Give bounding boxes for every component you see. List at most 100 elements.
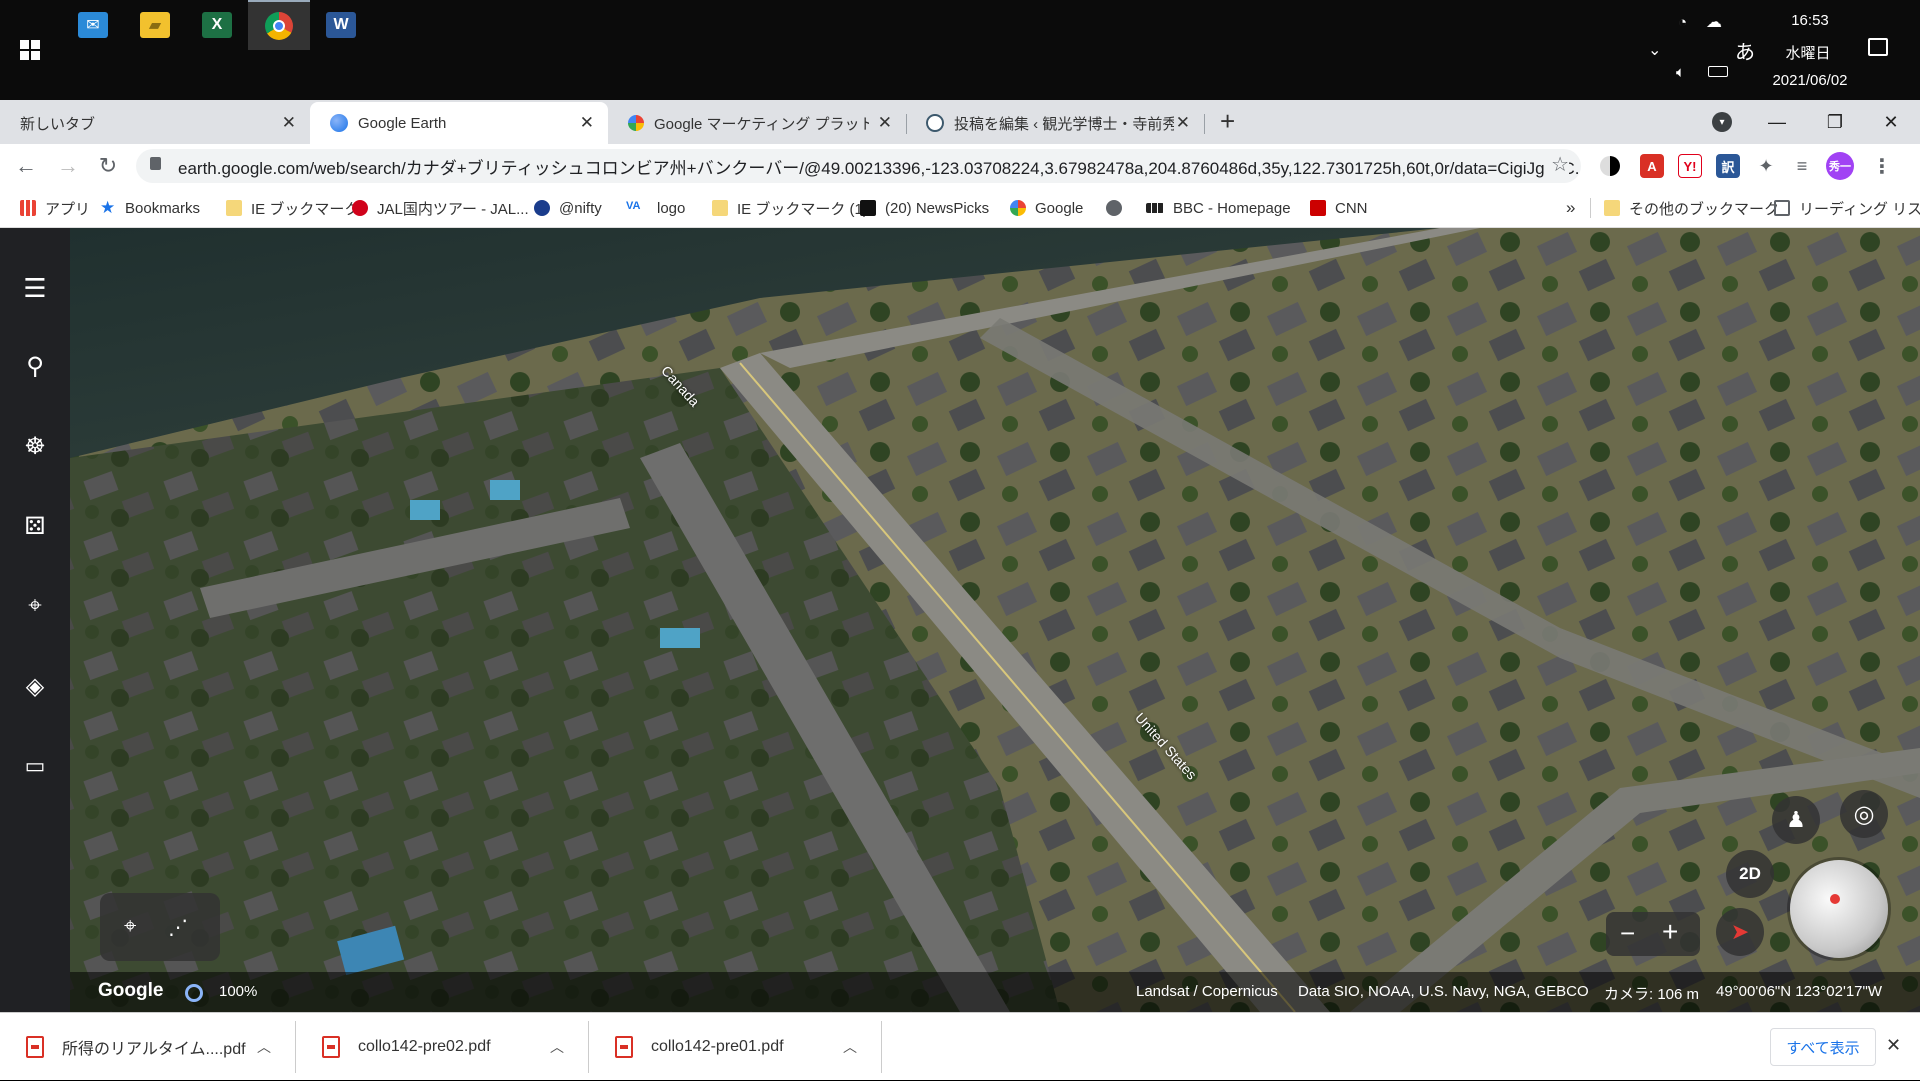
download-item[interactable]: collo142-pre01.pdf ︿: [589, 1013, 881, 1081]
zoom-in-button[interactable]: +: [1662, 916, 1678, 948]
bookmark-bbc[interactable]: BBC - Homepage: [1146, 198, 1291, 218]
bookmark-label: Google: [1035, 199, 1084, 217]
pdf-file-icon: [322, 1036, 340, 1058]
tab-close-icon[interactable]: ✕: [1176, 113, 1190, 133]
taskbar-explorer-app[interactable]: ▰: [124, 0, 186, 50]
bookmark-newspicks[interactable]: (20) NewsPicks: [860, 198, 989, 218]
download-divider: [881, 1021, 882, 1073]
close-window-button[interactable]: ✕: [1862, 100, 1920, 144]
bookmark-ie-folder-1[interactable]: IE ブックマーク (1): [712, 198, 868, 218]
bookmark-label: IE ブックマーク (1): [737, 200, 868, 218]
tab-close-icon[interactable]: ✕: [282, 113, 296, 133]
tray-chevron-up-icon[interactable]: ⌄: [1648, 40, 1661, 60]
data-credit[interactable]: Data SIO, NOAA, U.S. Navy, NGA, GEBCO: [1298, 983, 1589, 1000]
chrome-tab-strip: 新しいタブ ✕ Google Earth ✕ Google マーケティング プラ…: [0, 100, 1920, 144]
tab-google-earth[interactable]: Google Earth ✕: [310, 102, 608, 144]
new-tab-button[interactable]: +: [1220, 106, 1235, 137]
yahoo-extension-icon[interactable]: Y!: [1678, 154, 1702, 178]
taskbar-chrome-app[interactable]: [248, 0, 310, 50]
placemark-icon[interactable]: ⌖: [124, 913, 136, 939]
taskbar-word-app[interactable]: W: [310, 0, 372, 50]
download-filename: 所得のリアルタイム....pdf: [62, 1041, 246, 1058]
download-filename: collo142-pre01.pdf: [651, 1038, 784, 1055]
bookmark-bookmarks[interactable]: ★ Bookmarks: [100, 198, 200, 218]
chrome-menu-icon[interactable]: ⋮: [1870, 154, 1894, 178]
speaker-icon[interactable]: 🔈︎: [1676, 64, 1685, 81]
chevron-up-icon[interactable]: ︿: [550, 1037, 564, 1057]
bookmark-logo[interactable]: VA logo: [626, 198, 685, 218]
address-bar[interactable]: earth.google.com/web/search/カナダ+ブリティッシュコ…: [136, 149, 1581, 183]
bookmarks-overflow-button[interactable]: »: [1566, 198, 1575, 218]
minimize-button[interactable]: —: [1748, 100, 1806, 144]
tab-search-icon[interactable]: ▾: [1712, 112, 1732, 132]
tab-new-tab[interactable]: 新しいタブ ✕: [0, 102, 310, 144]
taskbar-excel-app[interactable]: X: [186, 0, 248, 50]
reading-list[interactable]: リーディング リスト: [1774, 198, 1920, 218]
show-all-downloads-button[interactable]: すべて表示: [1770, 1028, 1876, 1066]
download-item[interactable]: 所得のリアルタイム....pdf ︿: [0, 1013, 295, 1081]
toggle-2d-button[interactable]: 2D: [1726, 850, 1774, 898]
reload-icon[interactable]: ↻: [94, 152, 122, 180]
measure-ruler-icon[interactable]: ▭: [17, 748, 53, 784]
taskbar-mail-app[interactable]: ✉: [62, 0, 124, 50]
google-icon: [628, 115, 644, 131]
search-icon[interactable]: ⚲: [17, 348, 53, 384]
other-bookmarks[interactable]: その他のブックマーク: [1604, 198, 1779, 218]
media-queue-icon[interactable]: ≡: [1790, 154, 1814, 178]
reading-list-icon: [1774, 200, 1790, 216]
feeling-lucky-dice-icon[interactable]: ⚄: [17, 508, 53, 544]
bookmark-cnn[interactable]: CNN: [1310, 198, 1368, 218]
translate-extension-icon[interactable]: 訳: [1716, 154, 1740, 178]
satellite-imagery[interactable]: [0, 228, 1920, 1012]
map-style-layers-icon[interactable]: ◈: [17, 668, 53, 704]
tab-close-icon[interactable]: ✕: [878, 113, 892, 133]
bookmark-ie-folder[interactable]: IE ブックマーク: [226, 198, 359, 218]
bookmark-apps[interactable]: アプリ: [20, 198, 90, 218]
windows-start-icon[interactable]: [10, 30, 50, 70]
newspicks-icon: [860, 200, 876, 216]
my-location-icon[interactable]: ◎: [1840, 790, 1888, 838]
close-downloads-bar-icon[interactable]: ✕: [1886, 1035, 1901, 1056]
bookmark-jal[interactable]: JAL国内ツアー - JAL...: [352, 198, 529, 218]
compass-icon[interactable]: ➤: [1716, 908, 1764, 956]
tab-google-marketing[interactable]: Google マーケティング プラットフォーム ✕: [608, 102, 906, 144]
wifi-icon[interactable]: ◔: [1678, 14, 1687, 31]
extensions-puzzle-icon[interactable]: ✦: [1754, 154, 1778, 178]
forward-icon[interactable]: →: [54, 152, 82, 180]
draw-path-icon[interactable]: ⋰: [168, 915, 188, 940]
profile-avatar[interactable]: 秀一: [1826, 152, 1854, 180]
acrobat-extension-icon[interactable]: A: [1640, 154, 1664, 178]
earth-viewport[interactable]: Canada United States ☰ ⚲ ☸ ⚄ ⌖ ◈ ▭ ⌖ ⋰ ♟…: [0, 228, 1920, 1012]
clock-time[interactable]: 16:53: [1780, 12, 1840, 29]
bookmark-globe[interactable]: [1106, 198, 1131, 218]
maximize-button[interactable]: ❐: [1806, 100, 1864, 144]
tab-close-icon[interactable]: ✕: [580, 113, 594, 133]
battery-icon[interactable]: [1708, 66, 1728, 77]
loading-progress-icon: [185, 984, 203, 1002]
chevron-up-icon[interactable]: ︿: [843, 1037, 857, 1057]
tab-wordpress-edit[interactable]: 投稿を編集 ‹ 観光学博士・寺前秀一 ✕: [906, 102, 1204, 144]
notification-icon[interactable]: [1868, 38, 1888, 56]
bookmark-google[interactable]: Google: [1010, 198, 1083, 218]
projects-pin-icon[interactable]: ⌖: [17, 588, 53, 624]
street-view-pegman-icon[interactable]: ♟: [1772, 796, 1820, 844]
voyager-icon[interactable]: ☸: [17, 428, 53, 464]
globe-icon: [1106, 200, 1122, 216]
zoom-out-button[interactable]: −: [1620, 918, 1635, 949]
ime-indicator[interactable]: あ: [1735, 36, 1755, 65]
clock-weekday[interactable]: 水曜日: [1775, 42, 1841, 63]
pdf-file-icon: [615, 1036, 633, 1058]
imagery-credit[interactable]: Landsat / Copernicus: [1136, 983, 1278, 1000]
clock-date[interactable]: 2021/06/02: [1760, 72, 1860, 89]
bookmark-nifty[interactable]: @nifty: [534, 198, 602, 218]
address-url: earth.google.com/web/search/カナダ+ブリティッシュコ…: [178, 158, 1581, 178]
pdf-file-icon: [26, 1036, 44, 1058]
menu-icon[interactable]: ☰: [17, 270, 53, 306]
back-icon[interactable]: ←: [12, 152, 40, 180]
chevron-up-icon[interactable]: ︿: [257, 1037, 271, 1057]
dark-mode-extension-icon[interactable]: [1600, 156, 1620, 176]
cloud-icon[interactable]: ☁: [1706, 12, 1722, 32]
bookmark-star-icon[interactable]: ☆: [1545, 152, 1569, 177]
download-item[interactable]: collo142-pre02.pdf ︿: [296, 1013, 588, 1081]
globe-overview[interactable]: [1790, 860, 1888, 958]
